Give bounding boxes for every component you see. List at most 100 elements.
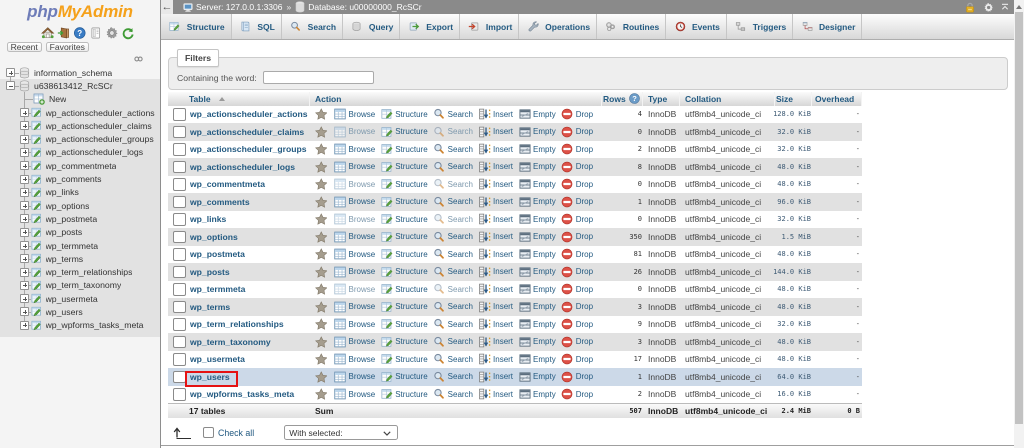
expand-icon[interactable] — [6, 68, 15, 77]
tree-label[interactable]: wp_users — [46, 307, 83, 317]
browse-action-link[interactable]: Browse — [334, 353, 375, 365]
expand-icon[interactable] — [20, 281, 29, 290]
expand-icon[interactable] — [20, 148, 29, 157]
empty-action-link[interactable]: Empty — [519, 143, 556, 155]
browse-action-link[interactable]: Browse — [334, 301, 375, 313]
search-action-link[interactable]: Search — [433, 213, 473, 225]
tab-triggers[interactable]: Triggers — [727, 14, 793, 39]
drop-action-link[interactable]: Drop — [561, 353, 593, 365]
star-icon[interactable] — [315, 126, 328, 138]
table-name-link[interactable]: wp_wpforms_tasks_meta — [190, 389, 294, 399]
empty-action-link[interactable]: Empty — [519, 336, 556, 348]
tree-label[interactable]: wp_actionscheduler_groups — [46, 134, 154, 144]
tree-item-wp_usermeta[interactable]: wp_usermeta — [0, 292, 160, 305]
insert-action-link[interactable]: Insert — [479, 336, 514, 348]
drop-action-link[interactable]: Drop — [561, 283, 593, 295]
col-header-collation[interactable]: Collation — [680, 92, 775, 106]
insert-action-link[interactable]: Insert — [479, 213, 514, 225]
empty-action-link[interactable]: Empty — [519, 248, 556, 260]
star-icon[interactable] — [315, 178, 328, 190]
docs-icon[interactable] — [89, 25, 103, 39]
tree-item-information-schema[interactable]: information_schema — [0, 66, 160, 79]
browse-action-link[interactable]: Browse — [334, 248, 375, 260]
tree-label[interactable]: wp_actionscheduler_actions — [46, 108, 155, 118]
breadcrumb-server[interactable]: Server: 127.0.0.1:3306 — [196, 2, 282, 12]
star-icon[interactable] — [315, 213, 328, 225]
expand-icon[interactable] — [20, 121, 29, 130]
structure-action-link[interactable]: Structure — [381, 283, 428, 295]
tree-label[interactable]: New — [49, 94, 66, 104]
structure-action-link[interactable]: Structure — [381, 231, 428, 243]
insert-action-link[interactable]: Insert — [479, 248, 514, 260]
expand-icon[interactable] — [20, 175, 29, 184]
structure-action-link[interactable]: Structure — [381, 108, 428, 120]
browse-action-link[interactable]: Browse — [334, 126, 375, 138]
tree-item-wp_termmeta[interactable]: wp_termmeta — [0, 239, 160, 252]
sidebar-tab-recent[interactable]: Recent — [7, 42, 42, 52]
search-action-link[interactable]: Search — [433, 196, 473, 208]
tree-item-wp_options[interactable]: wp_options — [0, 199, 160, 212]
collapse-icon[interactable] — [6, 81, 15, 90]
tree-label[interactable]: wp_actionscheduler_claims — [46, 121, 152, 131]
star-icon[interactable] — [315, 371, 328, 383]
structure-action-link[interactable]: Structure — [381, 213, 428, 225]
empty-action-link[interactable]: Empty — [519, 283, 556, 295]
drop-action-link[interactable]: Drop — [561, 126, 593, 138]
phpmyadmin-logo[interactable]: phpMyAdmin — [0, 2, 160, 22]
browse-action-link[interactable]: Browse — [334, 178, 375, 190]
row-checkbox[interactable] — [173, 336, 186, 349]
browse-action-link[interactable]: Browse — [334, 231, 375, 243]
tree-item-wp_users[interactable]: wp_users — [0, 305, 160, 318]
tab-structure[interactable]: Structure — [161, 14, 232, 39]
check-all-label[interactable]: Check all — [218, 428, 254, 438]
row-checkbox[interactable] — [173, 108, 186, 121]
refresh-icon[interactable] — [121, 25, 135, 39]
tree-item-wp_term_taxonomy[interactable]: wp_term_taxonomy — [0, 279, 160, 292]
tree-item-wp_commentmeta[interactable]: wp_commentmeta — [0, 159, 160, 172]
table-name-link[interactable]: wp_terms — [190, 302, 230, 312]
tree-label[interactable]: wp_actionscheduler_logs — [46, 147, 144, 157]
structure-action-link[interactable]: Structure — [381, 336, 428, 348]
tree-item-wp_actionscheduler_logs[interactable]: wp_actionscheduler_logs — [0, 146, 160, 159]
insert-action-link[interactable]: Insert — [479, 108, 514, 120]
help-icon[interactable]: ? — [73, 25, 87, 39]
star-icon[interactable] — [315, 143, 328, 155]
tab-import[interactable]: Import — [460, 14, 519, 39]
structure-action-link[interactable]: Structure — [381, 143, 428, 155]
table-name-link[interactable]: wp_usermeta — [190, 354, 245, 364]
browse-action-link[interactable]: Browse — [334, 266, 375, 278]
breadcrumb-database[interactable]: Database: u00000000_RcSCr — [308, 2, 421, 12]
home-icon[interactable] — [41, 25, 55, 39]
search-action-link[interactable]: Search — [433, 301, 473, 313]
tree-label[interactable]: wp_term_relationships — [46, 267, 133, 277]
expand-icon[interactable] — [20, 307, 29, 316]
insert-action-link[interactable]: Insert — [479, 178, 514, 190]
table-name-link[interactable]: wp_actionscheduler_groups — [190, 144, 307, 154]
search-action-link[interactable]: Search — [433, 248, 473, 260]
browse-action-link[interactable]: Browse — [334, 143, 375, 155]
browse-action-link[interactable]: Browse — [334, 283, 375, 295]
tree-item-new-table[interactable]: New — [0, 93, 160, 106]
star-icon[interactable] — [315, 248, 328, 260]
search-action-link[interactable]: Search — [433, 353, 473, 365]
tree-item-wp_wpforms_tasks_meta[interactable]: wp_wpforms_tasks_meta — [0, 319, 160, 332]
table-name-link[interactable]: wp_actionscheduler_claims — [190, 127, 304, 137]
tab-events[interactable]: Events — [666, 14, 727, 39]
logout-icon[interactable] — [57, 25, 71, 39]
structure-action-link[interactable]: Structure — [381, 196, 428, 208]
insert-action-link[interactable]: Insert — [479, 388, 514, 400]
col-header-size[interactable]: Size — [775, 92, 812, 106]
row-checkbox[interactable] — [173, 248, 186, 261]
star-icon[interactable] — [315, 266, 328, 278]
tree-item-database[interactable]: u638613412_RcSCr — [0, 79, 160, 92]
tree-item-wp_postmeta[interactable]: wp_postmeta — [0, 212, 160, 225]
search-action-link[interactable]: Search — [433, 336, 473, 348]
expand-icon[interactable] — [20, 108, 29, 117]
structure-action-link[interactable]: Structure — [381, 371, 428, 383]
tree-label[interactable]: wp_terms — [46, 254, 84, 264]
row-checkbox[interactable] — [173, 301, 186, 314]
row-checkbox[interactable] — [173, 196, 186, 209]
col-header-type[interactable]: Type — [643, 92, 680, 106]
structure-action-link[interactable]: Structure — [381, 126, 428, 138]
tree-label[interactable]: wp_links — [46, 187, 79, 197]
